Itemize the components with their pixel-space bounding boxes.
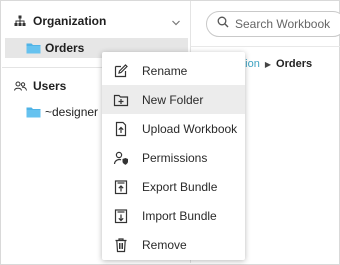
upload-icon bbox=[113, 121, 129, 137]
breadcrumb: ation ▶ Orders bbox=[236, 58, 312, 70]
menu-item-import-bundle[interactable]: Import Bundle bbox=[102, 201, 245, 230]
folder-icon bbox=[26, 106, 41, 118]
folder-icon bbox=[26, 42, 41, 54]
menu-item-export-bundle[interactable]: Export Bundle bbox=[102, 172, 245, 201]
orders-label: Orders bbox=[45, 41, 85, 55]
menu-label: Rename bbox=[142, 64, 188, 78]
users-icon bbox=[13, 79, 27, 93]
permissions-icon bbox=[113, 150, 129, 166]
menu-item-upload-workbook[interactable]: Upload Workbook bbox=[102, 114, 245, 143]
hierarchy-icon bbox=[13, 14, 27, 28]
chevron-down-icon[interactable] bbox=[171, 15, 181, 26]
search-icon bbox=[217, 15, 229, 33]
search-input[interactable] bbox=[235, 17, 340, 31]
users-label: Users bbox=[33, 79, 67, 93]
import-icon bbox=[113, 208, 129, 224]
trash-icon bbox=[113, 237, 129, 253]
menu-item-remove[interactable]: Remove bbox=[102, 230, 245, 259]
menu-label: Upload Workbook bbox=[142, 122, 238, 136]
tree-item-orders[interactable]: Orders bbox=[26, 39, 84, 57]
menu-item-new-folder[interactable]: New Folder bbox=[102, 85, 245, 114]
menu-item-rename[interactable]: Rename bbox=[102, 56, 245, 85]
users-node[interactable]: Users bbox=[13, 78, 66, 94]
organization-label: Organization bbox=[33, 14, 107, 28]
menu-label: Import Bundle bbox=[142, 209, 217, 223]
breadcrumb-current: Orders bbox=[276, 58, 313, 70]
menu-label: New Folder bbox=[142, 93, 204, 107]
search-box[interactable] bbox=[206, 11, 340, 37]
context-menu: Rename New Folder Upload Workbook Permis… bbox=[102, 52, 245, 260]
menu-label: Export Bundle bbox=[142, 180, 218, 194]
organization-node[interactable]: Organization bbox=[13, 13, 106, 29]
designer-label: ~designer bbox=[45, 105, 99, 119]
tree-item-designer[interactable]: ~designer bbox=[26, 103, 98, 121]
edit-icon bbox=[113, 63, 129, 79]
menu-item-permissions[interactable]: Permissions bbox=[102, 143, 245, 172]
export-icon bbox=[113, 179, 129, 195]
menu-label: Permissions bbox=[142, 151, 208, 165]
header-divider bbox=[191, 46, 340, 47]
menu-label: Remove bbox=[142, 238, 187, 252]
new-folder-icon bbox=[113, 92, 129, 108]
caret-right-icon: ▶ bbox=[264, 59, 272, 69]
